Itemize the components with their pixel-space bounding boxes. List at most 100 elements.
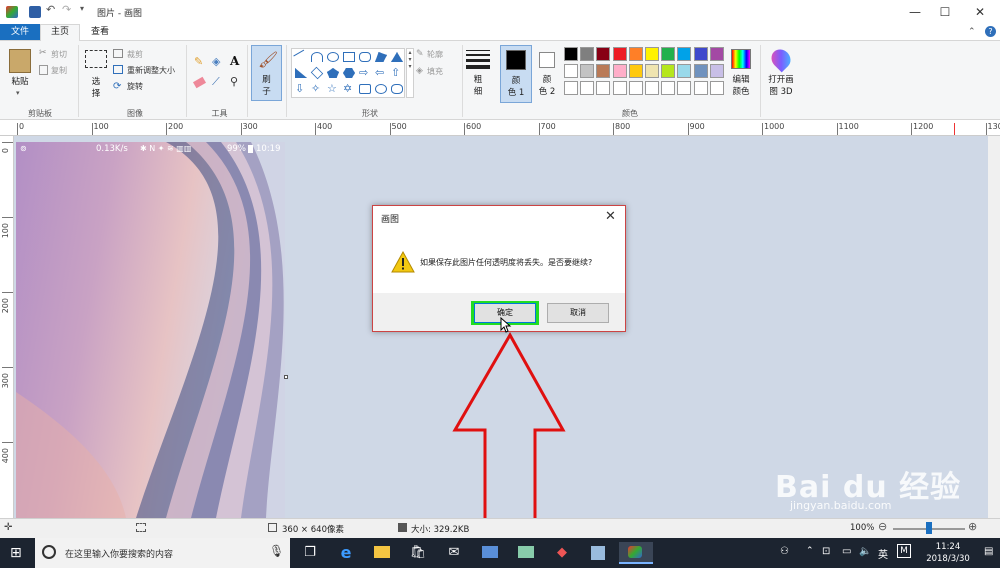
- app-icon-4[interactable]: [585, 542, 611, 564]
- zoom-out-button[interactable]: ⊖: [878, 520, 887, 533]
- six-point-star-shape-icon[interactable]: ✡: [343, 82, 352, 95]
- palette-swatch[interactable]: [661, 64, 676, 78]
- select-button[interactable]: 选: [85, 76, 107, 88]
- file-explorer-icon[interactable]: [369, 542, 395, 564]
- cloud-callout-shape-icon[interactable]: [391, 84, 403, 94]
- maximize-button[interactable]: ☐: [930, 3, 960, 21]
- color2-button[interactable]: 颜 色 2: [535, 45, 561, 103]
- palette-swatch[interactable]: [709, 64, 724, 78]
- help-icon[interactable]: ?: [985, 26, 996, 37]
- palette-swatch[interactable]: [645, 47, 659, 61]
- paint3d-icon[interactable]: [767, 45, 795, 73]
- minimize-button[interactable]: —: [900, 3, 930, 21]
- left-arrow-shape-icon[interactable]: ⇦: [375, 66, 384, 79]
- palette-swatch[interactable]: [596, 64, 611, 78]
- rotate-button[interactable]: 旋转: [127, 81, 143, 92]
- fill-button[interactable]: 填充: [427, 66, 443, 77]
- color-picker-icon[interactable]: ⟋: [212, 75, 220, 89]
- battery-tray-icon[interactable]: ▭: [842, 546, 851, 557]
- microphone-icon[interactable]: 🎙: [269, 544, 284, 558]
- palette-swatch[interactable]: [677, 64, 692, 78]
- volume-icon[interactable]: 🔈: [859, 546, 871, 557]
- tray-expand-icon[interactable]: ⌃: [806, 546, 814, 556]
- rounded-rectangle-shape-icon[interactable]: [359, 52, 371, 62]
- pencil-icon[interactable]: ✎: [194, 55, 203, 68]
- app-icon-3[interactable]: ◆: [549, 542, 575, 564]
- palette-swatch[interactable]: [564, 81, 578, 95]
- outline-icon[interactable]: ✎: [416, 49, 424, 59]
- palette-swatch[interactable]: [661, 47, 676, 61]
- oval-callout-shape-icon[interactable]: [375, 84, 387, 94]
- size-button[interactable]: 粗: [466, 74, 490, 86]
- system-clock[interactable]: 11:24 2018/3/30: [918, 541, 978, 565]
- text-icon[interactable]: A: [230, 54, 239, 68]
- cut-icon[interactable]: ✂: [39, 48, 47, 58]
- redo-icon[interactable]: ↷: [62, 3, 71, 16]
- outline-button[interactable]: 轮廓: [427, 49, 443, 60]
- rotate-icon[interactable]: ⟳: [113, 81, 121, 92]
- edge-icon[interactable]: e: [333, 542, 359, 564]
- crop-button[interactable]: 裁剪: [127, 49, 143, 60]
- pentagon-shape-icon[interactable]: [327, 68, 339, 78]
- copy-button[interactable]: 复制: [51, 65, 67, 76]
- right-arrow-shape-icon[interactable]: ⇨: [359, 66, 368, 79]
- palette-swatch[interactable]: [677, 81, 692, 95]
- save-icon[interactable]: [29, 6, 41, 18]
- palette-swatch[interactable]: [564, 47, 578, 61]
- hexagon-shape-icon[interactable]: [343, 68, 355, 78]
- eraser-icon[interactable]: [192, 76, 207, 89]
- line-shape-icon[interactable]: [293, 49, 309, 65]
- open-paint3d-button-line2[interactable]: 图 3D: [764, 86, 798, 98]
- palette-swatch[interactable]: [564, 64, 578, 78]
- paste-dropdown-icon[interactable]: ▾: [16, 89, 20, 97]
- canvas-image[interactable]: [16, 142, 285, 518]
- shapes-scroll[interactable]: ▴ ▾ ▾: [406, 48, 414, 98]
- palette-swatch[interactable]: [580, 47, 595, 61]
- vertical-scrollbar[interactable]: [988, 136, 1000, 518]
- palette-swatch[interactable]: [677, 47, 692, 61]
- tab-file[interactable]: 文件: [0, 24, 40, 40]
- windows-start-icon[interactable]: ⊞: [10, 545, 22, 561]
- select-button-line2[interactable]: 择: [85, 88, 107, 100]
- palette-swatch[interactable]: [612, 64, 627, 78]
- crop-icon[interactable]: [113, 49, 123, 58]
- language-indicator[interactable]: 英: [878, 546, 888, 561]
- edit-colors-icon[interactable]: [731, 49, 751, 69]
- collapse-ribbon-icon[interactable]: ⌃: [968, 27, 976, 37]
- action-center-icon[interactable]: ▤: [984, 546, 993, 557]
- palette-swatch[interactable]: [693, 47, 708, 61]
- resize-button[interactable]: 重新调整大小: [127, 65, 175, 76]
- triangle-shape-icon[interactable]: [391, 52, 403, 62]
- cancel-button[interactable]: 取消: [547, 303, 609, 323]
- copy-icon[interactable]: [39, 65, 48, 75]
- right-triangle-shape-icon[interactable]: [295, 68, 307, 78]
- paste-icon[interactable]: [9, 49, 31, 73]
- undo-icon[interactable]: ↶: [46, 3, 55, 16]
- rectangle-shape-icon[interactable]: [343, 52, 355, 62]
- tab-home[interactable]: 主页: [40, 24, 80, 41]
- task-view-icon[interactable]: ❐: [297, 542, 323, 564]
- resize-icon[interactable]: [113, 65, 123, 74]
- polygon-shape-icon[interactable]: [375, 52, 387, 62]
- paste-button[interactable]: 粘贴: [8, 76, 32, 88]
- app-icon-1[interactable]: [477, 542, 503, 564]
- edit-colors-button[interactable]: 编辑: [726, 74, 756, 86]
- oval-shape-icon[interactable]: [327, 52, 339, 62]
- shapes-gallery[interactable]: ⇨ ⇦ ⇧ ⇩ ✧ ☆ ✡: [291, 48, 405, 98]
- store-icon[interactable]: 🛍: [405, 542, 431, 564]
- brushes-button[interactable]: 🖌 刷 子: [251, 45, 282, 101]
- cut-button[interactable]: 剪切: [51, 49, 67, 60]
- size-button-line2[interactable]: 细: [466, 86, 490, 98]
- open-paint3d-button[interactable]: 打开画: [764, 74, 798, 86]
- palette-swatch[interactable]: [645, 81, 659, 95]
- select-icon[interactable]: [85, 50, 107, 68]
- ime-indicator[interactable]: M: [897, 544, 911, 558]
- palette-swatch[interactable]: [628, 81, 643, 95]
- fill-icon[interactable]: ◈: [212, 55, 220, 68]
- close-button[interactable]: ✕: [965, 3, 995, 21]
- palette-swatch[interactable]: [709, 81, 724, 95]
- rect-callout-shape-icon[interactable]: [359, 84, 371, 94]
- curve-shape-icon[interactable]: [311, 52, 323, 62]
- palette-swatch[interactable]: [661, 81, 676, 95]
- network-icon[interactable]: ⊡: [822, 546, 830, 557]
